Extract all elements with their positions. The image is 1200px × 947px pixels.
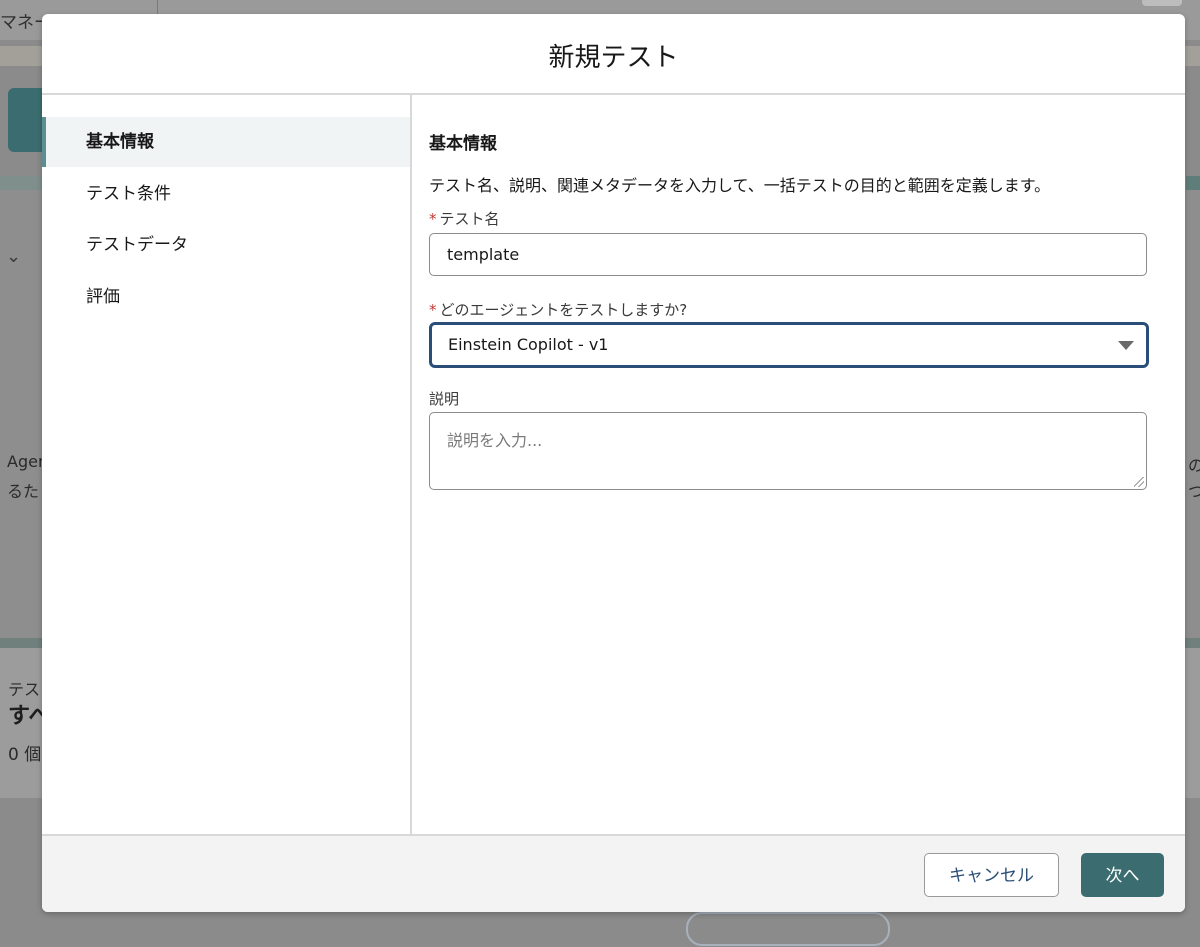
step-nav: 基本情報 テスト条件 テストデータ 評価 <box>42 95 412 834</box>
dropdown-arrow-icon <box>1118 341 1134 350</box>
agent-select[interactable]: Einstein Copilot - v1 <box>429 322 1149 368</box>
background-count: 0 個 <box>8 745 42 765</box>
description-textarea[interactable]: 説明を入力... <box>429 412 1147 490</box>
modal-body: 基本情報 テスト条件 テストデータ 評価 基本情報 テスト名、説明、関連メタデー… <box>42 95 1185 834</box>
new-test-modal: 新規テスト 基本情報 テスト条件 テストデータ 評価 基本情報 テスト名、説明、… <box>42 14 1185 912</box>
step-nav-item-test-data[interactable]: テストデータ <box>42 220 410 270</box>
next-button[interactable]: 次へ <box>1081 853 1164 897</box>
background-text: つ <box>1188 482 1200 501</box>
step-nav-item-basic-info[interactable]: 基本情報 <box>42 117 410 167</box>
resize-handle-icon[interactable] <box>1134 477 1144 487</box>
description-label: 説明 <box>429 390 460 408</box>
agent-select-value: Einstein Copilot - v1 <box>448 335 609 354</box>
background-text: の <box>1188 456 1200 475</box>
background-text: テス <box>8 680 41 699</box>
test-name-label-text: テスト名 <box>439 210 500 228</box>
step-nav-item-test-conditions[interactable]: テスト条件 <box>42 169 410 219</box>
background-stripe-right <box>1186 176 1200 190</box>
background-pill <box>686 912 890 946</box>
agent-select-label: * どのエージェントをテストしますか? <box>429 299 687 320</box>
background-divider <box>157 0 158 14</box>
chevron-down-icon: ⌄ <box>6 246 22 267</box>
required-marker: * <box>429 210 437 228</box>
modal-title: 新規テスト <box>548 43 679 73</box>
required-marker: * <box>429 301 437 319</box>
background-text: るた <box>7 482 40 501</box>
cancel-button[interactable]: キャンセル <box>924 853 1059 897</box>
test-name-label: * テスト名 <box>429 208 500 229</box>
modal-footer: キャンセル 次へ <box>42 834 1185 912</box>
section-description: テスト名、説明、関連メタデータを入力して、一括テストの目的と範囲を定義します。 <box>429 176 1051 195</box>
agent-select-label-text: どのエージェントをテストしますか? <box>439 301 688 319</box>
step-nav-item-evaluation[interactable]: 評価 <box>42 272 410 322</box>
basic-info-form: 基本情報 テスト名、説明、関連メタデータを入力して、一括テストの目的と範囲を定義… <box>412 95 1185 834</box>
test-name-input[interactable]: template <box>429 233 1147 276</box>
background-corner-button <box>1142 0 1182 6</box>
section-title: 基本情報 <box>429 134 497 154</box>
modal-header: 新規テスト <box>42 14 1185 95</box>
description-placeholder: 説明を入力... <box>447 431 543 450</box>
